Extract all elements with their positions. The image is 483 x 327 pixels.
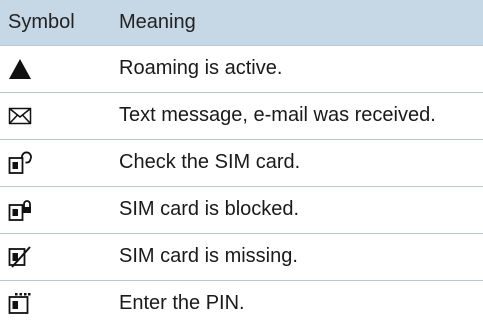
table-row: SIM card is missing.: [0, 232, 483, 280]
symbol-cell: [0, 91, 113, 139]
sim-pin-icon: [8, 292, 32, 316]
table-row: Roaming is active.: [0, 44, 483, 92]
symbol-cell: [0, 232, 113, 280]
header-meaning: Meaning: [119, 10, 196, 33]
table-row: Text message, e-mail was received.: [0, 91, 483, 139]
table-header-row: Symbol Meaning: [0, 0, 483, 45]
table-row: SIM card is blocked.: [0, 185, 483, 233]
meaning-cell: SIM card is blocked.: [113, 185, 483, 233]
symbol-cell: [0, 44, 113, 92]
meaning-cell: SIM card is missing.: [113, 232, 483, 280]
envelope-icon: [8, 104, 32, 128]
table-row: Check the SIM card.: [0, 138, 483, 186]
roaming-triangle-icon: [8, 57, 32, 81]
sim-missing-icon: [8, 245, 32, 269]
symbol-table: Symbol Meaning Roaming is active. Text m…: [0, 0, 483, 327]
meaning-cell: Roaming is active.: [113, 44, 483, 92]
symbol-cell: [0, 185, 113, 233]
symbol-cell: [0, 279, 113, 327]
meaning-cell: Check the SIM card.: [113, 138, 483, 186]
symbol-cell: [0, 138, 113, 186]
table-row: Enter the PIN.: [0, 279, 483, 327]
meaning-cell: Enter the PIN.: [113, 279, 483, 327]
sim-check-icon: [8, 151, 32, 175]
sim-blocked-icon: [8, 198, 32, 222]
header-symbol: Symbol: [8, 10, 75, 33]
meaning-cell: Text message, e-mail was received.: [113, 91, 483, 139]
